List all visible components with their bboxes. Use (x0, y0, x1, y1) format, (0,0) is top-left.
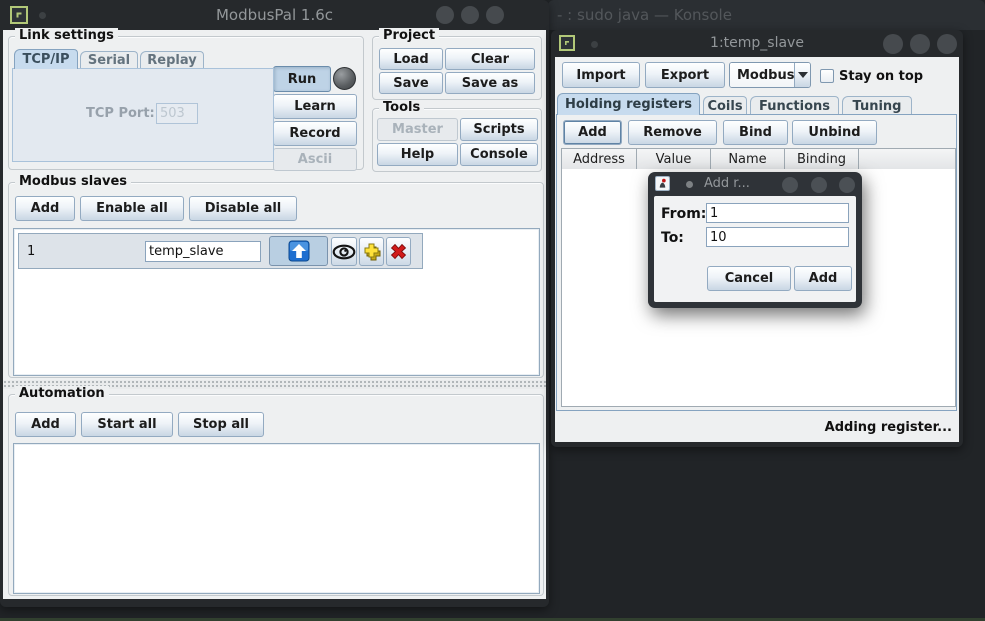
col-binding[interactable]: Binding (785, 149, 859, 169)
tab-coils[interactable]: Coils (703, 96, 747, 115)
eye-icon (332, 244, 356, 260)
minimize-button[interactable] (883, 34, 903, 54)
dialog-content: From: To: Cancel Add (654, 196, 856, 302)
to-field[interactable] (706, 227, 849, 247)
combobox-value: Modbus (730, 63, 794, 87)
automation-list[interactable] (13, 443, 540, 594)
from-label: From: (661, 206, 706, 222)
record-button[interactable]: Record (273, 121, 357, 146)
learn-button[interactable]: Learn (273, 94, 357, 119)
save-button[interactable]: Save (379, 72, 443, 94)
tab-functions[interactable]: Functions (750, 96, 839, 115)
tab-tuning[interactable]: Tuning (842, 96, 912, 115)
dialog-app-icon (655, 176, 670, 191)
tcpip-panel: TCP Port: (12, 68, 274, 162)
register-bind-button[interactable]: Bind (723, 120, 788, 145)
stay-on-top-label: Stay on top (839, 69, 923, 84)
load-button[interactable]: Load (379, 48, 443, 70)
chevron-down-icon[interactable] (794, 63, 810, 87)
table-header-row: Address Value Name Binding (561, 148, 956, 170)
register-add-button[interactable]: Add (563, 120, 622, 145)
run-button[interactable]: Run (273, 66, 331, 92)
slave-titlebar[interactable]: 1:temp_slave (551, 30, 963, 57)
maximize-button[interactable] (461, 6, 479, 24)
register-unbind-button[interactable]: Unbind (792, 120, 877, 145)
stay-on-top-checkbox[interactable] (820, 69, 834, 83)
delete-x-icon (388, 241, 409, 262)
dialog-cancel-button[interactable]: Cancel (707, 266, 791, 291)
maximize-button[interactable] (910, 34, 930, 54)
minimize-button[interactable] (782, 177, 798, 193)
tcp-port-label: TCP Port: (86, 106, 155, 121)
konsole-titlebar: - : sudo java — Konsole (548, 0, 985, 30)
add-registers-dialog: Add r... From: To: Cancel Add (648, 172, 862, 308)
konsole-title: - : sudo java — Konsole (557, 6, 732, 24)
status-text: Adding register... (825, 420, 952, 435)
protocol-combobox[interactable]: Modbus (729, 62, 811, 88)
slave-eye-button[interactable] (331, 237, 357, 266)
register-remove-button[interactable]: Remove (628, 120, 717, 145)
slave-delete-button[interactable] (386, 237, 411, 266)
clear-button[interactable]: Clear (445, 48, 535, 70)
slave-enabled-toggle[interactable] (269, 236, 328, 266)
ascii-button: Ascii (273, 148, 357, 171)
col-name[interactable]: Name (711, 149, 785, 169)
scripts-button[interactable]: Scripts (460, 118, 538, 141)
up-arrow-icon (288, 240, 310, 262)
slave-add-button[interactable]: Add (15, 196, 75, 221)
import-button[interactable]: Import (562, 62, 640, 88)
col-empty[interactable] (859, 149, 955, 169)
slave-duplicate-button[interactable] (359, 237, 384, 266)
to-label: To: (661, 230, 684, 246)
titlebar-dot-icon (686, 181, 693, 188)
stop-all-button[interactable]: Stop all (178, 412, 264, 437)
tcp-port-field[interactable] (156, 103, 198, 124)
col-value[interactable]: Value (637, 149, 711, 169)
disable-all-button[interactable]: Disable all (189, 196, 297, 221)
tab-holding-registers[interactable]: Holding registers (557, 93, 700, 115)
close-button[interactable] (839, 177, 855, 193)
double-plus-icon (361, 241, 383, 263)
automation-add-button[interactable]: Add (15, 412, 76, 437)
modbuspal-titlebar[interactable]: ModbusPal 1.6c (0, 0, 549, 30)
minimize-button[interactable] (436, 6, 454, 24)
tab-replay[interactable]: Replay (140, 51, 204, 69)
close-button[interactable] (937, 34, 957, 54)
link-led-icon (333, 67, 356, 90)
modbus-slaves-title: Modbus slaves (15, 174, 131, 189)
master-button: Master (377, 118, 458, 141)
tab-tcpip[interactable]: TCP/IP (14, 49, 78, 69)
slave-row: 1 (18, 233, 423, 269)
slave-name-field[interactable] (145, 241, 261, 262)
link-settings-title: Link settings (15, 28, 118, 43)
automation-title: Automation (15, 386, 109, 401)
modbuspal-window: ModbusPal 1.6c Link settings TCP/IP Seri… (0, 0, 549, 607)
dialog-add-button[interactable]: Add (794, 266, 852, 291)
help-button[interactable]: Help (377, 143, 458, 166)
maximize-button[interactable] (811, 177, 827, 193)
tools-title: Tools (379, 100, 424, 115)
tab-serial[interactable]: Serial (80, 51, 138, 69)
start-all-button[interactable]: Start all (81, 412, 173, 437)
close-button[interactable] (486, 6, 504, 24)
col-address[interactable]: Address (562, 149, 637, 169)
console-button[interactable]: Console (460, 143, 538, 166)
from-field[interactable] (706, 203, 849, 223)
export-button[interactable]: Export (645, 62, 725, 88)
project-title: Project (379, 28, 439, 43)
enable-all-button[interactable]: Enable all (80, 196, 184, 221)
save-as-button[interactable]: Save as (445, 72, 535, 94)
dialog-title: Add r... (704, 176, 750, 191)
slave-id: 1 (27, 244, 35, 259)
modbuspal-content: Link settings TCP/IP Serial Replay TCP P… (3, 30, 546, 599)
